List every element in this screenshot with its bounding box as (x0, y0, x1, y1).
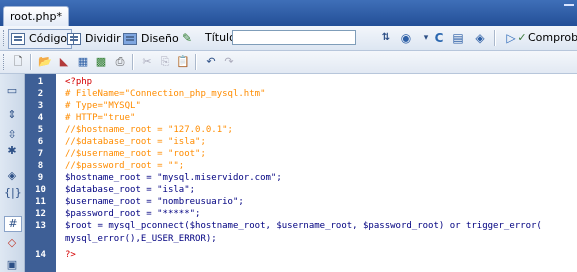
design-view-button[interactable]: Diseño (120, 29, 184, 49)
collapse-tag-icon[interactable]: ⇕ (4, 108, 20, 122)
undo-icon[interactable]: ↶ (203, 54, 219, 70)
live-view-icon[interactable]: ✎ (179, 30, 195, 46)
editor-window: root.php* Código Dividir Diseño ✎ Título… (0, 0, 577, 272)
design-view-icon (123, 33, 137, 45)
print-icon[interactable]: ⎙ (112, 54, 128, 70)
split-view-icon (67, 33, 81, 45)
standard-toolbar: 🗋 📂 ◣ ▦ ▩ ⎙ ✂ ⎘ 📋 ↶ ↷ (0, 51, 577, 74)
minimize-icon[interactable] (564, 4, 574, 10)
open-documents-icon[interactable]: ▭ (4, 84, 20, 98)
word-wrap-icon[interactable]: ▣ (4, 258, 20, 272)
save-icon[interactable]: ▦ (75, 54, 91, 70)
toolbar-grip[interactable] (3, 54, 6, 70)
cut-icon[interactable]: ✂ (139, 54, 155, 70)
split-view-button[interactable]: Dividir (64, 29, 126, 49)
code-line: mysql_error(),E_USER_ERROR); (57, 233, 577, 246)
line-numbers-icon[interactable]: # (4, 216, 22, 232)
toolbar-separator (30, 54, 32, 70)
code-line: ?> (57, 249, 577, 262)
document-tab-bar: root.php* (0, 0, 577, 27)
open-icon[interactable]: 📂 (37, 54, 53, 70)
redo-icon[interactable]: ↷ (221, 54, 237, 70)
design-view-label: Diseño (141, 32, 179, 45)
code-view-label: Código (29, 32, 68, 45)
coding-toolbar: ▭ ⇕ ⇳ ✱ ◈ {|} # ◇ ▣ (0, 74, 25, 272)
code-editor[interactable]: ▭ ⇕ ⇳ ✱ ◈ {|} # ◇ ▣ <?php # FileName="Con… (0, 74, 577, 272)
toolbar-separator (195, 54, 197, 70)
document-toolbar: Código Dividir Diseño ✎ Título: ⇅ ◉ ▾ C … (0, 26, 577, 51)
code-view-button[interactable]: Código (8, 29, 73, 49)
expand-all-icon[interactable]: ✱ (4, 144, 20, 158)
select-parent-tag-icon[interactable]: ◈ (4, 169, 20, 183)
code-line-text: $root = mysql_pconnect($hostname_root, $… (65, 221, 542, 231)
line-number: 13 (35, 221, 46, 231)
highlight-invalid-icon[interactable]: ◇ (4, 236, 20, 250)
line-number: 14 (35, 250, 46, 260)
collapse-selection-icon[interactable]: ⇳ (4, 128, 20, 142)
visual-aids-icon[interactable]: ◈ (472, 30, 488, 46)
code-view-icon (11, 33, 25, 45)
toolbar-separator (494, 30, 496, 46)
document-tab-title: root.php* (10, 10, 62, 23)
title-input[interactable] (232, 30, 356, 45)
view-options-icon[interactable]: ▤ (450, 30, 466, 46)
code-line-text: mysql_error(),E_USER_ERROR); (65, 234, 217, 244)
check-page-button[interactable]: Comprob (528, 29, 577, 47)
line-number (25, 233, 56, 246)
code-line: $root = mysql_pconnect($hostname_root, $… (57, 220, 577, 233)
new-document-icon[interactable]: 🗋 (10, 54, 26, 70)
code-line-text: ?> (65, 250, 76, 260)
toolbar-separator (132, 54, 134, 70)
refresh-icon[interactable]: C (431, 30, 447, 46)
preview-browser-icon[interactable]: ◉ (398, 30, 414, 46)
file-management-icon[interactable]: ⇅ (378, 30, 394, 46)
copy-icon[interactable]: ⎘ (157, 54, 173, 70)
split-view-label: Dividir (85, 32, 121, 45)
balance-braces-icon[interactable]: {|} (4, 186, 22, 200)
document-tab[interactable]: root.php* (3, 6, 69, 27)
save-all-icon[interactable]: ▩ (93, 54, 109, 70)
code-area[interactable]: <?php # FileName="Connection_php_mysql.ht… (57, 74, 577, 272)
toolbar-grip[interactable] (3, 30, 6, 46)
browse-bridge-icon[interactable]: ◣ (56, 54, 72, 70)
paste-icon[interactable]: 📋 (175, 54, 191, 70)
